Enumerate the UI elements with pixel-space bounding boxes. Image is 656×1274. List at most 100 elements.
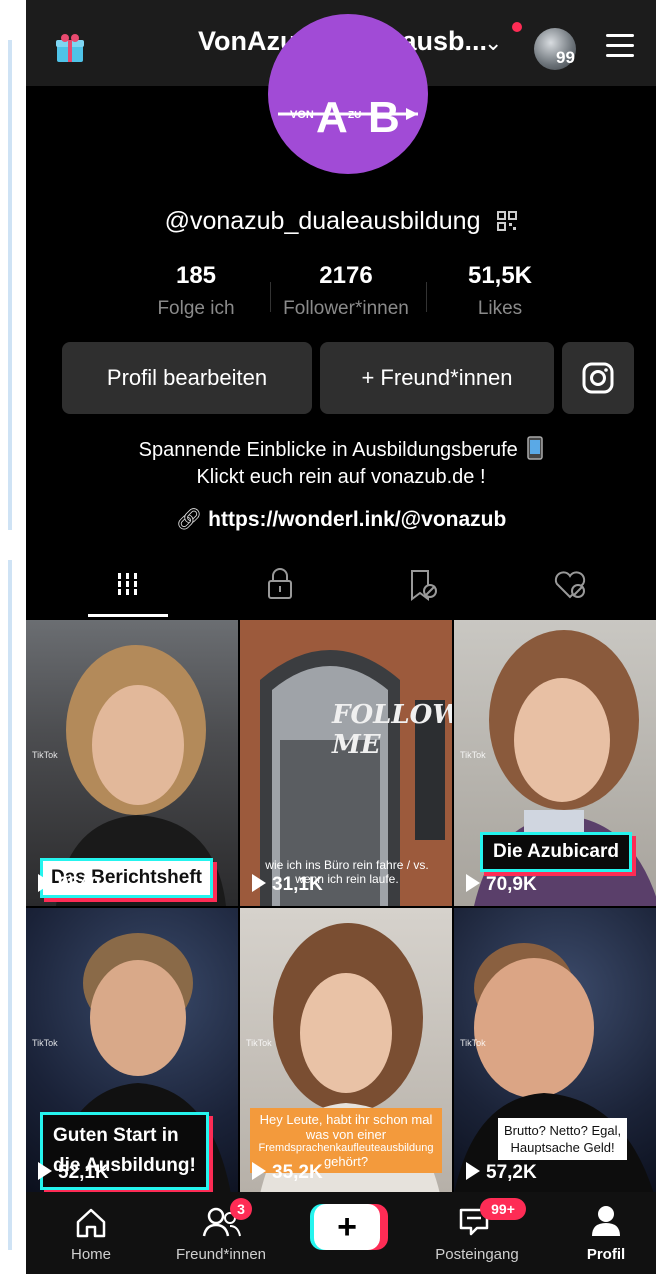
views-value: 35,2K [272,1162,323,1183]
view-count: 9540 [38,874,100,896]
view-count: 35,2K [252,1162,323,1184]
caption-line: Guten Start in [53,1125,179,1146]
qr-code-icon[interactable] [497,211,518,231]
caption-line: Hauptsache Geld! [510,1140,615,1155]
stat-value: 51,5K [467,262,533,289]
nav-label: Posteingang [435,1246,519,1263]
play-icon [38,1162,52,1180]
handle-text: @vonazub_dualeausbildung [164,207,481,235]
stat-followers[interactable]: 2176 Follower*innen [276,262,416,320]
video-thumbnail[interactable]: FOLLOW ME wie ich ins Büro rein fahre / … [240,620,452,906]
nav-label: Freund*innen [175,1246,267,1263]
border-line [8,40,12,530]
profile-icon [592,1206,620,1236]
play-icon [252,1162,266,1180]
video-thumbnail[interactable]: TikTok Brutto? Netto? Egal, Hauptsache G… [454,908,656,1194]
bio-text: Spannende Einblicke in Ausbildungsberufe [138,439,518,461]
menu-icon[interactable] [606,34,634,58]
border-line [8,560,12,1250]
instagram-button[interactable] [562,342,634,414]
home-icon [76,1208,106,1238]
hidden-bookmark-icon [411,570,437,601]
plus-icon: + [314,1204,380,1250]
video-thumbnail[interactable]: TikTok Das Berichtsheft 9540 [26,620,238,906]
bio-line-2: Klickt euch rein auf vonazub.de ! [196,466,486,488]
stat-label: Follower*innen [283,298,409,319]
tiktok-watermark: TikTok [246,1038,272,1048]
stat-label: Folge ich [157,298,235,319]
svg-text:B: B [368,93,400,142]
video-caption: Die Azubicard [480,832,632,872]
phone-emoji-icon [527,436,544,460]
hidden-heart-icon [554,571,586,599]
follow-me-overlay: FOLLOW ME [332,700,452,760]
play-icon [466,874,480,892]
view-count: 57,2K [466,1162,537,1184]
link-text[interactable]: https://wonderl.ink/@vonazub [208,508,506,531]
stat-following[interactable]: 185 Folge ich [126,262,266,320]
views-value: 52,1K [58,1162,109,1183]
gift-icon[interactable] [54,32,86,64]
inbox-badge: 99+ [480,1198,526,1220]
tiktok-watermark: TikTok [32,1038,58,1048]
views-value: 31,1K [272,874,323,895]
lock-icon [268,568,292,599]
nav-label: Home [70,1246,111,1263]
nav-friends[interactable]: 3 Freund*innen [166,1192,276,1274]
private-tab[interactable] [256,565,304,605]
nav-label: Profil [586,1246,626,1263]
chevron-down-icon[interactable]: ⌄ [484,30,502,56]
edit-profile-button[interactable]: Profil bearbeiten [62,342,312,414]
left-margin [0,0,26,1274]
caption-line: Brutto? Netto? Egal, [504,1123,622,1138]
liked-tab[interactable] [546,565,594,605]
notification-count: 99 [556,48,575,67]
stat-value: 2176 [319,262,373,289]
reposts-tab[interactable] [398,565,446,605]
caption-line: was von einer [305,1127,387,1142]
videos-tab[interactable] [104,565,152,605]
profile-logo[interactable]: VON A ZU B [268,14,428,174]
svg-text:VON: VON [290,109,314,121]
profile-link[interactable]: 🔗︎ https://wonderl.ink/@vonazub [26,508,656,532]
views-value: 70,9K [486,874,537,895]
view-count: 52,1K [38,1162,109,1184]
view-count: 70,9K [466,874,537,896]
stat-label: Likes [477,298,523,319]
tiktok-watermark: TikTok [460,1038,486,1048]
play-icon [38,874,52,892]
stat-divider [426,282,427,312]
stat-likes[interactable]: 51,5K Likes [430,262,570,320]
views-value: 57,2K [486,1162,537,1183]
instagram-icon [582,362,614,394]
video-caption: Brutto? Netto? Egal, Hauptsache Geld! [498,1118,628,1160]
stat-divider [270,282,271,312]
nav-inbox[interactable]: 99+ Posteingang [422,1192,532,1274]
view-count: 31,1K [252,874,323,896]
play-icon [252,874,266,892]
link-icon: 🔗︎ [175,508,203,531]
svg-text:A: A [316,93,348,142]
caption-line: Fremdsprachenkaufleuteausbildung [258,1142,434,1154]
notification-dot [512,22,522,32]
phone-screen: VonAzuB_dualeausb... ⌄ 99 VON A ZU B @vo… [26,0,656,1274]
bottom-nav: Home 3 Freund*innen + 99+ Posteingang Pr… [26,1192,656,1274]
nav-home[interactable]: Home [56,1192,126,1274]
caption-line: Hey Leute, habt ihr schon mal [259,1112,433,1127]
add-friends-button[interactable]: + Freund*innen [320,342,554,414]
create-button[interactable]: + [310,1192,388,1274]
svg-text:ZU: ZU [348,110,361,121]
tiktok-watermark: TikTok [32,750,58,760]
stat-value: 185 [175,262,217,289]
video-thumbnail[interactable]: TikTok Hey Leute, habt ihr schon mal was… [240,908,452,1194]
tiktok-watermark: TikTok [460,750,486,760]
views-value: 9540 [58,874,101,895]
nav-profile[interactable]: Profil [566,1192,646,1274]
grid-icon [116,573,140,595]
video-thumbnail[interactable]: TikTok Die Azubicard 70,9K [454,620,656,906]
video-thumbnail[interactable]: TikTok Guten Start in die Ausbildung! 52… [26,908,238,1194]
play-icon [466,1162,480,1180]
profile-handle: @vonazub_dualeausbildung [26,207,656,236]
active-tab-indicator [88,614,168,617]
bio-line-1: Spannende Einblicke in Ausbildungsberufe [26,436,656,462]
